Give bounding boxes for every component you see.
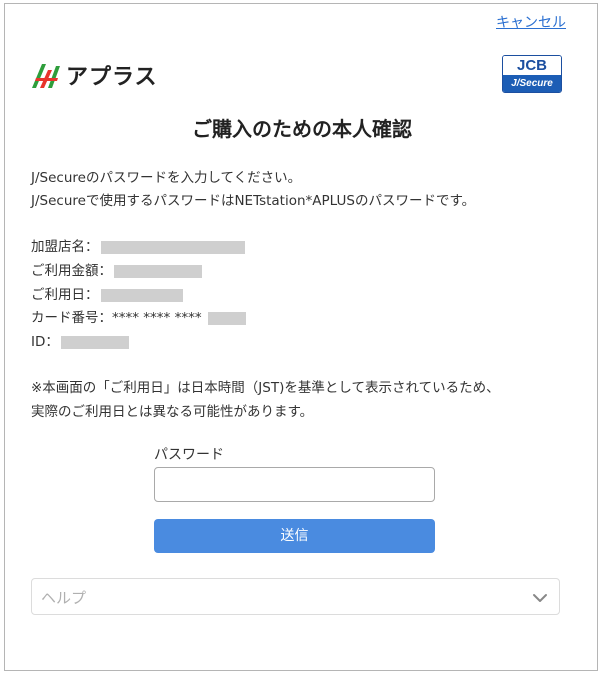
card-label: カード番号： (31, 310, 112, 326)
help-label: ヘルプ (41, 589, 87, 607)
amount-label: ご利用金額： (31, 263, 112, 279)
aplus-logo-icon (30, 60, 62, 90)
card-last-digits-redacted (207, 311, 246, 325)
merchant-row: 加盟店名： (31, 235, 245, 255)
notice-line-1: ※本画面の「ご利用日」は日本時間（JST)を基準として表示されているため、 (31, 380, 500, 396)
intro-line-1: J/Secureのパスワードを入力してください。 (31, 170, 302, 186)
card-number-masked: **** **** **** (112, 310, 202, 326)
id-value-redacted (60, 335, 129, 349)
jsecure-logo-text: J/Secure (503, 75, 561, 92)
date-label: ご利用日： (31, 287, 99, 303)
merchant-value-redacted (100, 240, 245, 254)
password-label: パスワード (154, 447, 224, 463)
help-dropdown[interactable]: ヘルプ (31, 578, 560, 615)
brand-name: アプラス (66, 65, 158, 90)
id-row: ID： (31, 330, 129, 350)
intro-line-2: J/Secureで使用するパスワードはNETstation*APLUSのパスワー… (31, 193, 476, 209)
amount-row: ご利用金額： (31, 259, 202, 279)
card-row: カード番号：**** **** **** (31, 306, 246, 326)
cancel-link[interactable]: キャンセル (496, 12, 566, 32)
submit-button[interactable]: 送信 (154, 519, 435, 553)
aplus-logo: アプラス (30, 59, 158, 91)
notice-line-2: 実際のご利用日とは異なる可能性があります。 (31, 404, 314, 420)
merchant-label: 加盟店名： (31, 239, 99, 255)
date-row: ご利用日： (31, 283, 183, 303)
chevron-down-icon (533, 594, 547, 602)
password-input[interactable] (154, 467, 435, 502)
jcb-logo-text: JCB (503, 56, 561, 75)
page-title: ご購入のための本人確認 (192, 117, 412, 141)
id-label: ID： (31, 334, 59, 350)
amount-value-redacted (114, 264, 202, 278)
jcb-jsecure-logo: JCB J/Secure (502, 55, 562, 93)
date-value-redacted (100, 288, 183, 302)
